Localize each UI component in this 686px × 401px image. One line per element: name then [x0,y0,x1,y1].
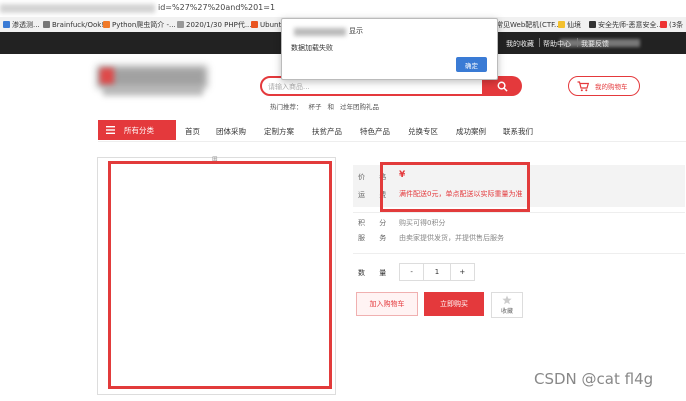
all-categories-button[interactable]: 所有分类 [98,120,176,140]
all-categories-label: 所有分类 [124,125,154,135]
divider [98,141,686,142]
topnav-favorites-link[interactable]: 我的收藏 [506,39,534,49]
bookmark-item[interactable]: 渗透测... [3,19,40,30]
nav-poverty-products[interactable]: 扶贫产品 [312,126,342,137]
watermark: CSDN @cat fl4g [534,370,654,388]
bookmark-icon [251,21,258,28]
logo-subtitle [103,86,203,96]
dialog-ok-button[interactable]: 确定 [456,57,487,72]
bookmark-item[interactable]: 仙境 [558,19,581,30]
quantity-label: 数 量 [358,269,393,277]
service-text: 由卖家提供发货，并提供售后服务 [399,234,504,242]
topnav-feedback-link[interactable]: 我要反馈 [581,39,609,49]
dialog-title: 显示 [349,27,363,35]
cart-button[interactable]: 我的购物车 [568,76,640,96]
search-placeholder: 请输入商品... [268,83,310,91]
nav-special-products[interactable]: 特色产品 [360,126,390,137]
nav-group-purchase[interactable]: 团体采购 [216,126,246,137]
points-label: 积 分 [358,219,393,227]
nav-custom-plans[interactable]: 定制方案 [264,126,294,137]
favorite-label: 收藏 [500,308,513,315]
search-icon [497,81,508,92]
bookmark-icon [177,21,184,28]
hot-label: 热门推荐： [270,103,303,111]
quantity-input[interactable]: 1 [424,264,451,280]
quantity-stepper: - 1 + [399,263,475,281]
bookmark-icon [103,21,110,28]
highlight-box [380,162,530,212]
star-icon [502,295,512,305]
bookmark-item[interactable]: (3条 [660,19,683,30]
divider [539,38,540,47]
cart-label: 我的购物车 [595,83,628,91]
quantity-decrease-button[interactable]: - [400,264,425,280]
nav-success-cases[interactable]: 成功案例 [456,126,486,137]
nav-exchange-zone[interactable]: 兑换专区 [408,126,438,137]
topnav-help-link[interactable]: 帮助中心 [543,39,571,49]
divider [353,212,685,213]
bookmark-icon [589,21,596,28]
buy-now-button[interactable]: 立即购买 [424,292,484,316]
cart-icon [577,80,589,91]
divider [353,253,685,254]
menu-icon [106,126,115,134]
add-to-cart-button[interactable]: 加入购物车 [356,292,418,316]
bookmark-icon [558,21,565,28]
favorite-button[interactable]: 收藏 [491,292,523,318]
bookmark-icon [3,21,10,28]
dialog-origin-redacted [294,28,346,36]
url-redacted [0,4,155,13]
dialog-message: 数据加载失败 [291,44,333,52]
hot-keywords: 热门推荐： 杯子和过年团购礼品 [270,101,385,111]
nav-contact-us[interactable]: 联系我们 [503,126,533,137]
hot-keyword[interactable]: 杯子 [309,103,322,111]
points-text: 购买可得0积分 [399,219,446,227]
quantity-increase-button[interactable]: + [451,264,474,280]
logo-mark [100,68,114,84]
divider [577,38,578,47]
hot-keyword[interactable]: 过年团购礼品 [340,103,379,111]
service-label: 服 务 [358,234,393,242]
broken-image-icon: ⊞ [212,155,218,163]
highlight-box [108,161,332,389]
bookmark-icon [660,21,667,28]
nav-home[interactable]: 首页 [185,126,200,137]
hot-keyword[interactable]: 和 [328,103,335,111]
bookmark-item[interactable]: Brainfuck/Ook! [43,19,104,30]
bookmark-item[interactable]: 常见Web靶机(CTF... [496,19,561,30]
bookmark-item[interactable]: 安全先师-恶意安全... [589,19,663,30]
url-text[interactable]: id=%27%27%20and%201=1 [158,3,275,12]
bookmark-item[interactable]: Python爬虫简介 -... [103,19,176,30]
bookmark-item[interactable]: 2020/1/30 PHP代... [177,19,252,30]
bookmark-icon [43,21,50,28]
